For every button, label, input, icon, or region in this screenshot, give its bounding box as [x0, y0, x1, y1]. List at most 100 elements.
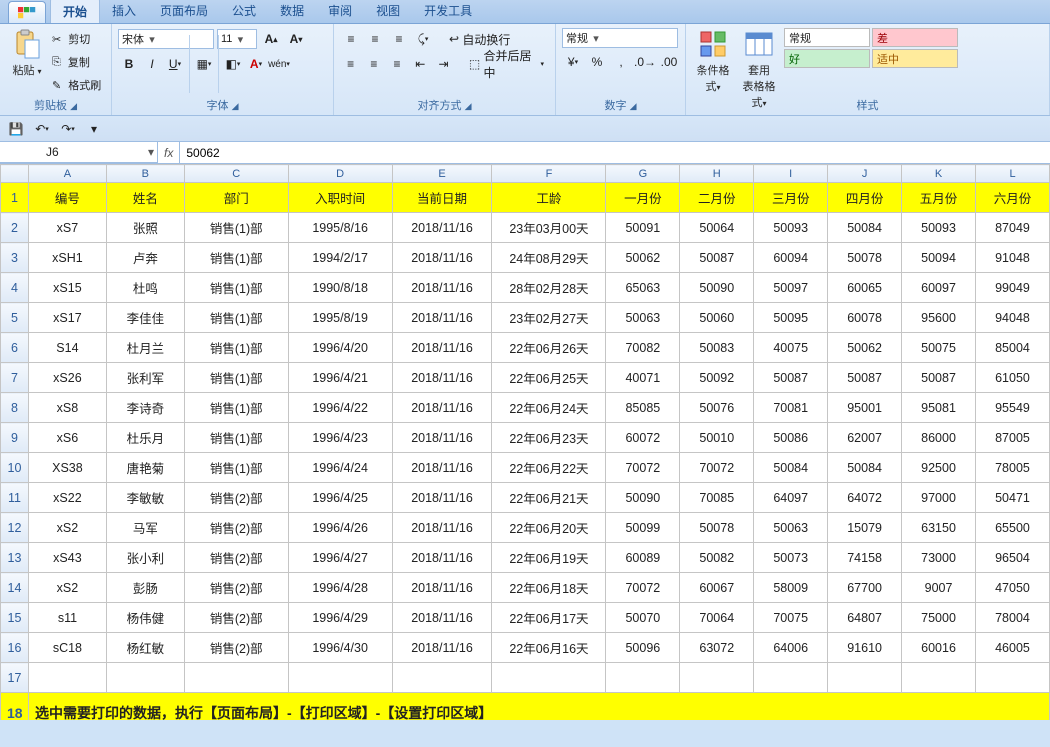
header-cell[interactable]: 入职时间 [288, 183, 392, 213]
cell[interactable]: 22年06月24天 [492, 393, 606, 423]
cell[interactable] [606, 663, 680, 693]
row-header-11[interactable]: 11 [1, 483, 29, 513]
cell[interactable]: 50087 [754, 363, 828, 393]
cell[interactable]: 2018/11/16 [392, 273, 492, 303]
cell[interactable] [828, 663, 902, 693]
align-left-button[interactable]: ≡ [340, 54, 361, 74]
cut-button[interactable]: ✂ 剪切 [52, 28, 101, 50]
italic-button[interactable]: I [141, 54, 163, 74]
fx-icon[interactable]: fx [164, 146, 173, 160]
header-cell[interactable]: 五月份 [902, 183, 976, 213]
cell[interactable]: 50092 [680, 363, 754, 393]
cell[interactable]: 28年02月28天 [492, 273, 606, 303]
cell[interactable]: 2018/11/16 [392, 573, 492, 603]
cell[interactable]: 彭肠 [106, 573, 184, 603]
save-button[interactable]: 💾 [6, 120, 26, 138]
cell[interactable]: 63150 [902, 513, 976, 543]
underline-button[interactable]: U▾ [164, 54, 186, 74]
col-header-D[interactable]: D [288, 165, 392, 183]
cell[interactable]: 40071 [606, 363, 680, 393]
cell[interactable]: 1996/4/28 [288, 573, 392, 603]
cell[interactable]: 1996/4/24 [288, 453, 392, 483]
cell[interactable]: 50073 [754, 543, 828, 573]
align-middle-button[interactable]: ≡ [364, 29, 386, 49]
copy-button[interactable]: ⎘ 复制 [52, 51, 101, 73]
cell[interactable]: 马军 [106, 513, 184, 543]
cell[interactable]: 15079 [828, 513, 902, 543]
cell[interactable]: 64097 [754, 483, 828, 513]
cell[interactable]: 50063 [754, 513, 828, 543]
cell[interactable]: 22年06月26天 [492, 333, 606, 363]
cell[interactable]: 9007 [902, 573, 976, 603]
cell[interactable]: 1996/4/29 [288, 603, 392, 633]
worksheet-grid[interactable]: ABCDEFGHIJKL1编号姓名部门入职时间当前日期工龄一月份二月份三月份四月… [0, 164, 1050, 720]
cell[interactable]: 64072 [828, 483, 902, 513]
cell[interactable]: 65500 [976, 513, 1050, 543]
cell[interactable]: 73000 [902, 543, 976, 573]
col-header-G[interactable]: G [606, 165, 680, 183]
cell[interactable]: 50093 [902, 213, 976, 243]
cell[interactable]: 97000 [902, 483, 976, 513]
cell[interactable]: xS15 [28, 273, 106, 303]
cell[interactable]: 50078 [680, 513, 754, 543]
font-face-combo[interactable]: 宋体▾ [118, 29, 214, 49]
cell[interactable]: 杜鸣 [106, 273, 184, 303]
font-size-combo[interactable]: 11▾ [217, 29, 257, 49]
format-painter-button[interactable]: ✎ 格式刷 [52, 74, 101, 96]
dec-decimal-button[interactable]: .00 [658, 52, 680, 72]
row-header-13[interactable]: 13 [1, 543, 29, 573]
cell[interactable]: 50090 [606, 483, 680, 513]
cell[interactable]: 70075 [754, 603, 828, 633]
cell[interactable]: 1996/4/21 [288, 363, 392, 393]
tab-2[interactable]: 页面布局 [148, 0, 220, 23]
cell[interactable]: 2018/11/16 [392, 633, 492, 663]
cell[interactable]: xS6 [28, 423, 106, 453]
cell[interactable]: 70064 [680, 603, 754, 633]
cell[interactable]: s11 [28, 603, 106, 633]
cell[interactable]: 50084 [828, 453, 902, 483]
col-header-H[interactable]: H [680, 165, 754, 183]
cell[interactable]: 1994/2/17 [288, 243, 392, 273]
cell[interactable]: 61050 [976, 363, 1050, 393]
cell[interactable]: 70082 [606, 333, 680, 363]
align-right-button[interactable]: ≡ [386, 54, 407, 74]
cell[interactable]: 销售(2)部 [184, 483, 288, 513]
cell[interactable]: 2018/11/16 [392, 243, 492, 273]
office-button[interactable] [8, 1, 46, 23]
cell[interactable]: 销售(1)部 [184, 393, 288, 423]
cell[interactable] [392, 663, 492, 693]
cell[interactable]: 67700 [828, 573, 902, 603]
cell[interactable]: 70081 [754, 393, 828, 423]
cell[interactable]: 99049 [976, 273, 1050, 303]
indent-inc-button[interactable]: ⇥ [433, 54, 454, 74]
cell[interactable]: 1996/4/30 [288, 633, 392, 663]
cell[interactable]: 46005 [976, 633, 1050, 663]
cell[interactable]: 2018/11/16 [392, 513, 492, 543]
grow-font-button[interactable]: A▴ [260, 29, 282, 49]
cell[interactable]: 47050 [976, 573, 1050, 603]
cell[interactable]: 销售(2)部 [184, 603, 288, 633]
cell[interactable]: 92500 [902, 453, 976, 483]
formula-input[interactable] [180, 142, 1050, 163]
cell[interactable]: 86000 [902, 423, 976, 453]
cell[interactable]: 2018/11/16 [392, 483, 492, 513]
tab-6[interactable]: 视图 [364, 0, 412, 23]
cell[interactable]: 杜乐月 [106, 423, 184, 453]
header-cell[interactable]: 二月份 [680, 183, 754, 213]
cell[interactable]: 1990/8/18 [288, 273, 392, 303]
row-header-9[interactable]: 9 [1, 423, 29, 453]
wrap-text-button[interactable]: ↩ 自动换行 [444, 29, 515, 49]
header-cell[interactable]: 编号 [28, 183, 106, 213]
cell[interactable]: 22年06月19天 [492, 543, 606, 573]
cell[interactable]: 64006 [754, 633, 828, 663]
cell[interactable]: xS22 [28, 483, 106, 513]
cell[interactable]: 50060 [680, 303, 754, 333]
cell[interactable]: 22年06月22天 [492, 453, 606, 483]
cell[interactable]: 张照 [106, 213, 184, 243]
cell[interactable]: 卢奔 [106, 243, 184, 273]
cell[interactable]: 唐艳菊 [106, 453, 184, 483]
cell[interactable]: 50093 [754, 213, 828, 243]
cell[interactable]: 50083 [680, 333, 754, 363]
cell[interactable]: 张利军 [106, 363, 184, 393]
cell[interactable] [288, 663, 392, 693]
